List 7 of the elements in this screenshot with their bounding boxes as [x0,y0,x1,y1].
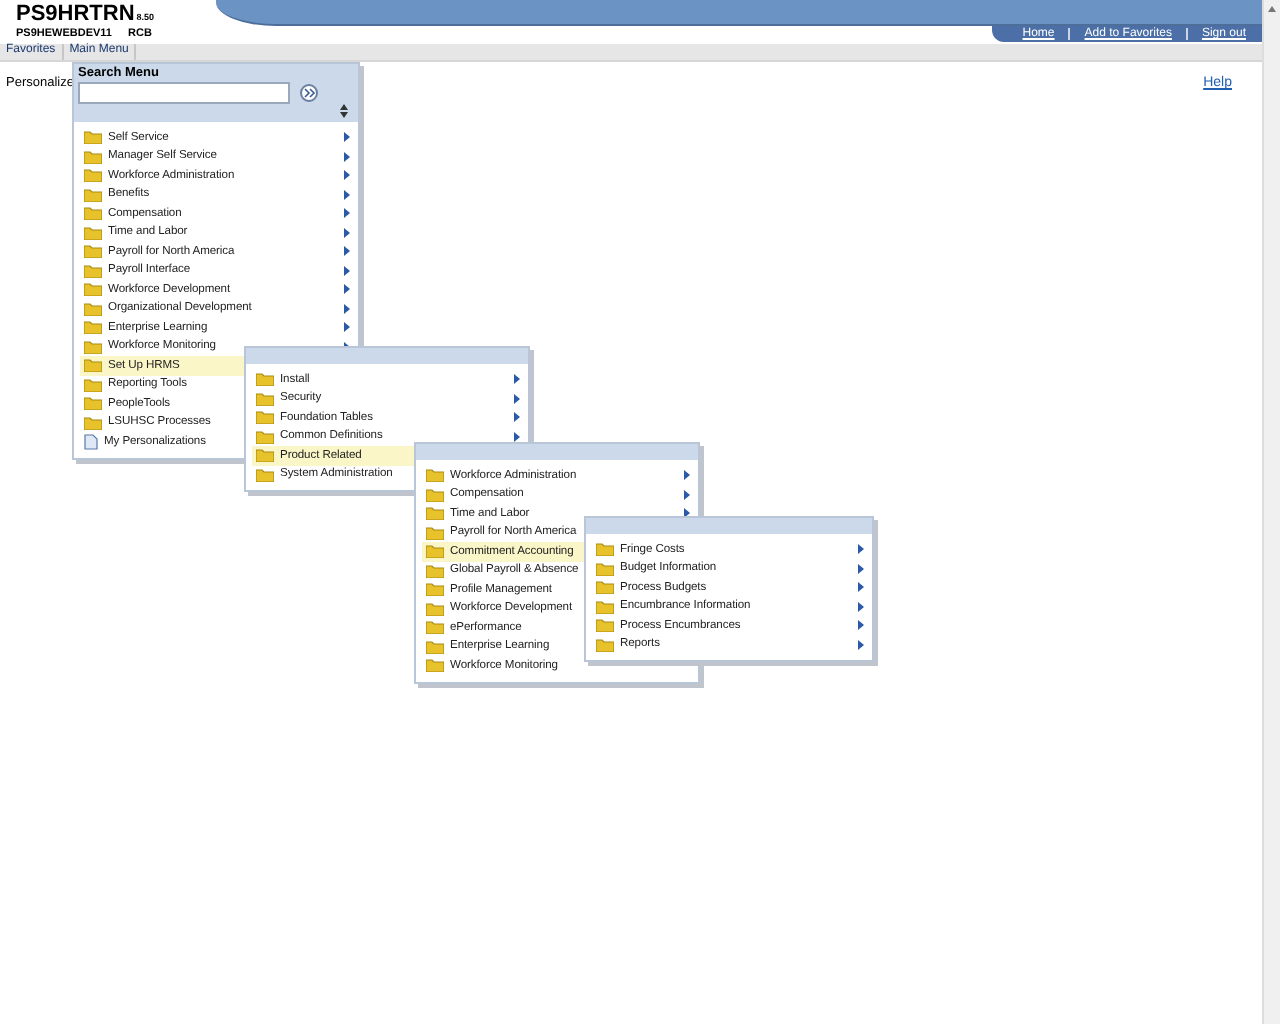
search-go-button[interactable] [300,84,318,102]
search-field[interactable] [78,82,290,104]
scrollbar[interactable] [1262,0,1280,1024]
document-icon [84,433,98,450]
double-chevron-icon [303,88,315,98]
scroll-up-icon[interactable] [1268,6,1276,12]
sort-icon[interactable] [340,104,348,118]
